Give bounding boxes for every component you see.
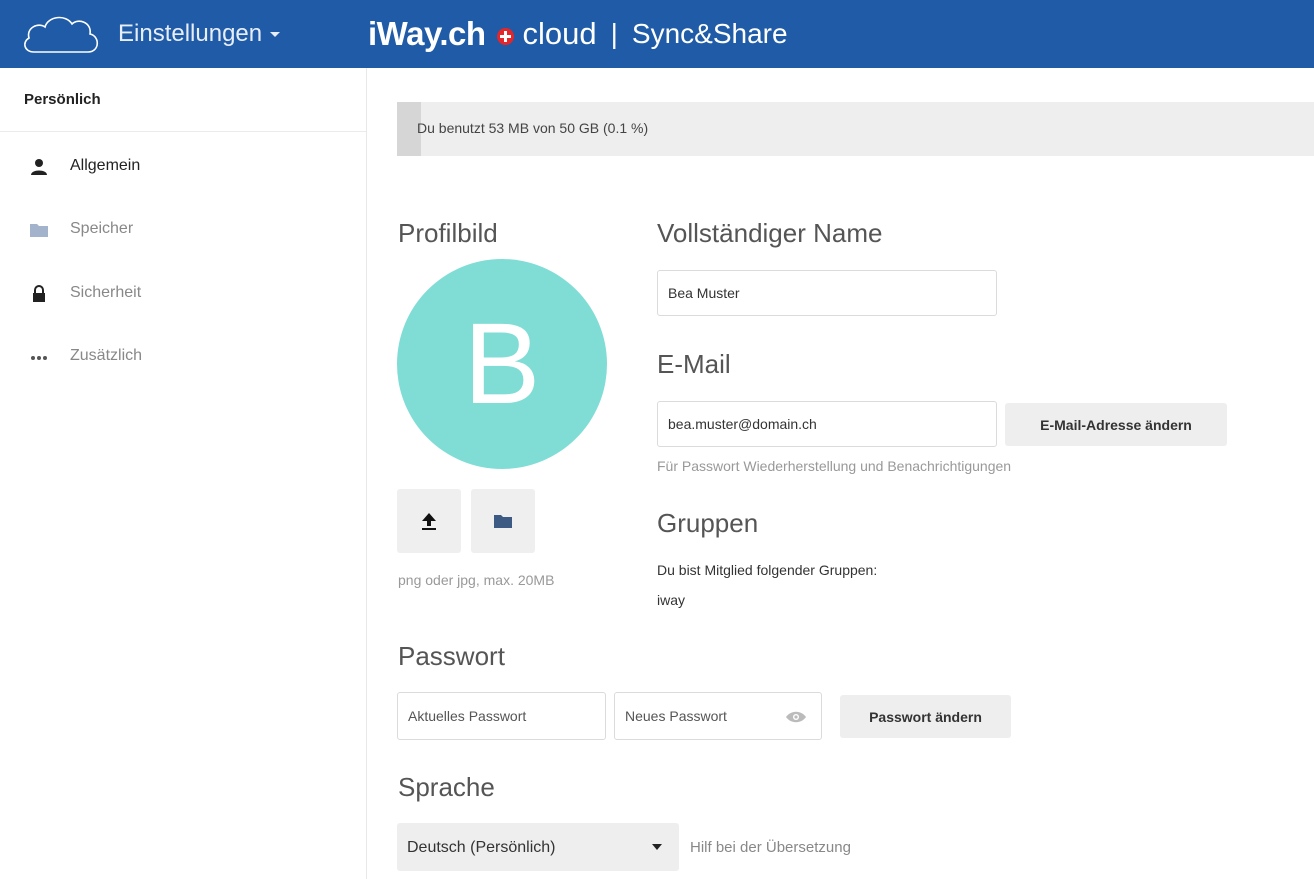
profile-picture-title: Profilbild <box>398 218 498 248</box>
upload-icon <box>422 513 436 530</box>
brand-iway: iWay.ch <box>368 15 486 52</box>
sidebar-section-title: Persönlich <box>24 91 101 108</box>
folder-icon <box>494 515 512 528</box>
sidebar-item-allgemein[interactable]: Allgemein <box>0 147 366 187</box>
storage-quota-bar: Du benutzt 53 MB von 50 GB (0.1 %) <box>397 102 1314 156</box>
settings-sidebar: Persönlich Allgemein Speicher Sicherheit… <box>0 68 367 879</box>
new-password-input[interactable]: Neues Passwort <box>614 692 822 740</box>
change-password-button[interactable]: Passwort ändern <box>840 695 1011 738</box>
eye-icon[interactable] <box>785 711 807 723</box>
full-name-title: Vollständiger Name <box>657 218 883 248</box>
user-icon <box>31 159 47 175</box>
storage-quota-text: Du benutzt 53 MB von 50 GB (0.1 %) <box>417 120 649 136</box>
top-bar: Einstellungen iWay.ch cloud | Sync&Share <box>0 0 1314 68</box>
more-dots-icon <box>31 356 47 360</box>
caret-down-icon <box>270 32 281 38</box>
folder-icon <box>30 224 48 237</box>
chevron-down-icon <box>652 844 662 850</box>
sidebar-item-speicher[interactable]: Speicher <box>0 210 366 250</box>
password-title: Passwort <box>398 641 505 671</box>
cloud-logo-icon[interactable] <box>20 12 102 56</box>
change-email-button[interactable]: E-Mail-Adresse ändern <box>1005 403 1227 446</box>
swiss-cross-icon <box>496 27 514 45</box>
settings-menu-label: Einstellungen <box>118 20 263 47</box>
choose-picture-button[interactable] <box>471 489 535 553</box>
sidebar-item-sicherheit[interactable]: Sicherheit <box>0 274 366 314</box>
sidebar-divider <box>0 131 366 132</box>
sidebar-item-label: Speicher <box>70 220 134 237</box>
sidebar-item-label: Sicherheit <box>70 284 142 301</box>
groups-description: Du bist Mitglied folgender Gruppen: <box>657 562 878 578</box>
groups-list: iway <box>657 592 686 608</box>
translation-help-link[interactable]: Hilf bei der Übersetzung <box>690 839 851 856</box>
sidebar-item-label: Allgemein <box>70 157 141 174</box>
current-password-input[interactable]: Aktuelles Passwort <box>397 692 606 740</box>
upload-picture-button[interactable] <box>397 489 461 553</box>
brand-logo: iWay.ch cloud | Sync&Share <box>368 12 788 56</box>
email-hint: Für Passwort Wiederherstellung und Benac… <box>657 458 1012 474</box>
brand-separator: | <box>610 18 618 49</box>
email-title: E-Mail <box>657 349 731 379</box>
settings-menu-button[interactable]: Einstellungen <box>118 20 281 48</box>
full-name-input[interactable]: Bea Muster <box>657 270 997 316</box>
email-input[interactable]: bea.muster@domain.ch <box>657 401 997 447</box>
brand-product: Sync&Share <box>631 18 788 49</box>
avatar: B <box>397 259 607 469</box>
groups-title: Gruppen <box>657 508 759 538</box>
new-password-placeholder: Neues Passwort <box>625 708 727 724</box>
language-title: Sprache <box>398 772 495 802</box>
language-select[interactable]: Deutsch (Persönlich) <box>397 823 679 871</box>
language-select-value: Deutsch (Persönlich) <box>407 839 556 856</box>
brand-cloud: cloud <box>522 16 597 51</box>
sidebar-item-zusaetzlich[interactable]: Zusätzlich <box>0 337 366 377</box>
sidebar-item-label: Zusätzlich <box>70 347 143 364</box>
lock-icon <box>33 285 45 302</box>
picture-format-hint: png oder jpg, max. 20MB <box>398 572 555 588</box>
